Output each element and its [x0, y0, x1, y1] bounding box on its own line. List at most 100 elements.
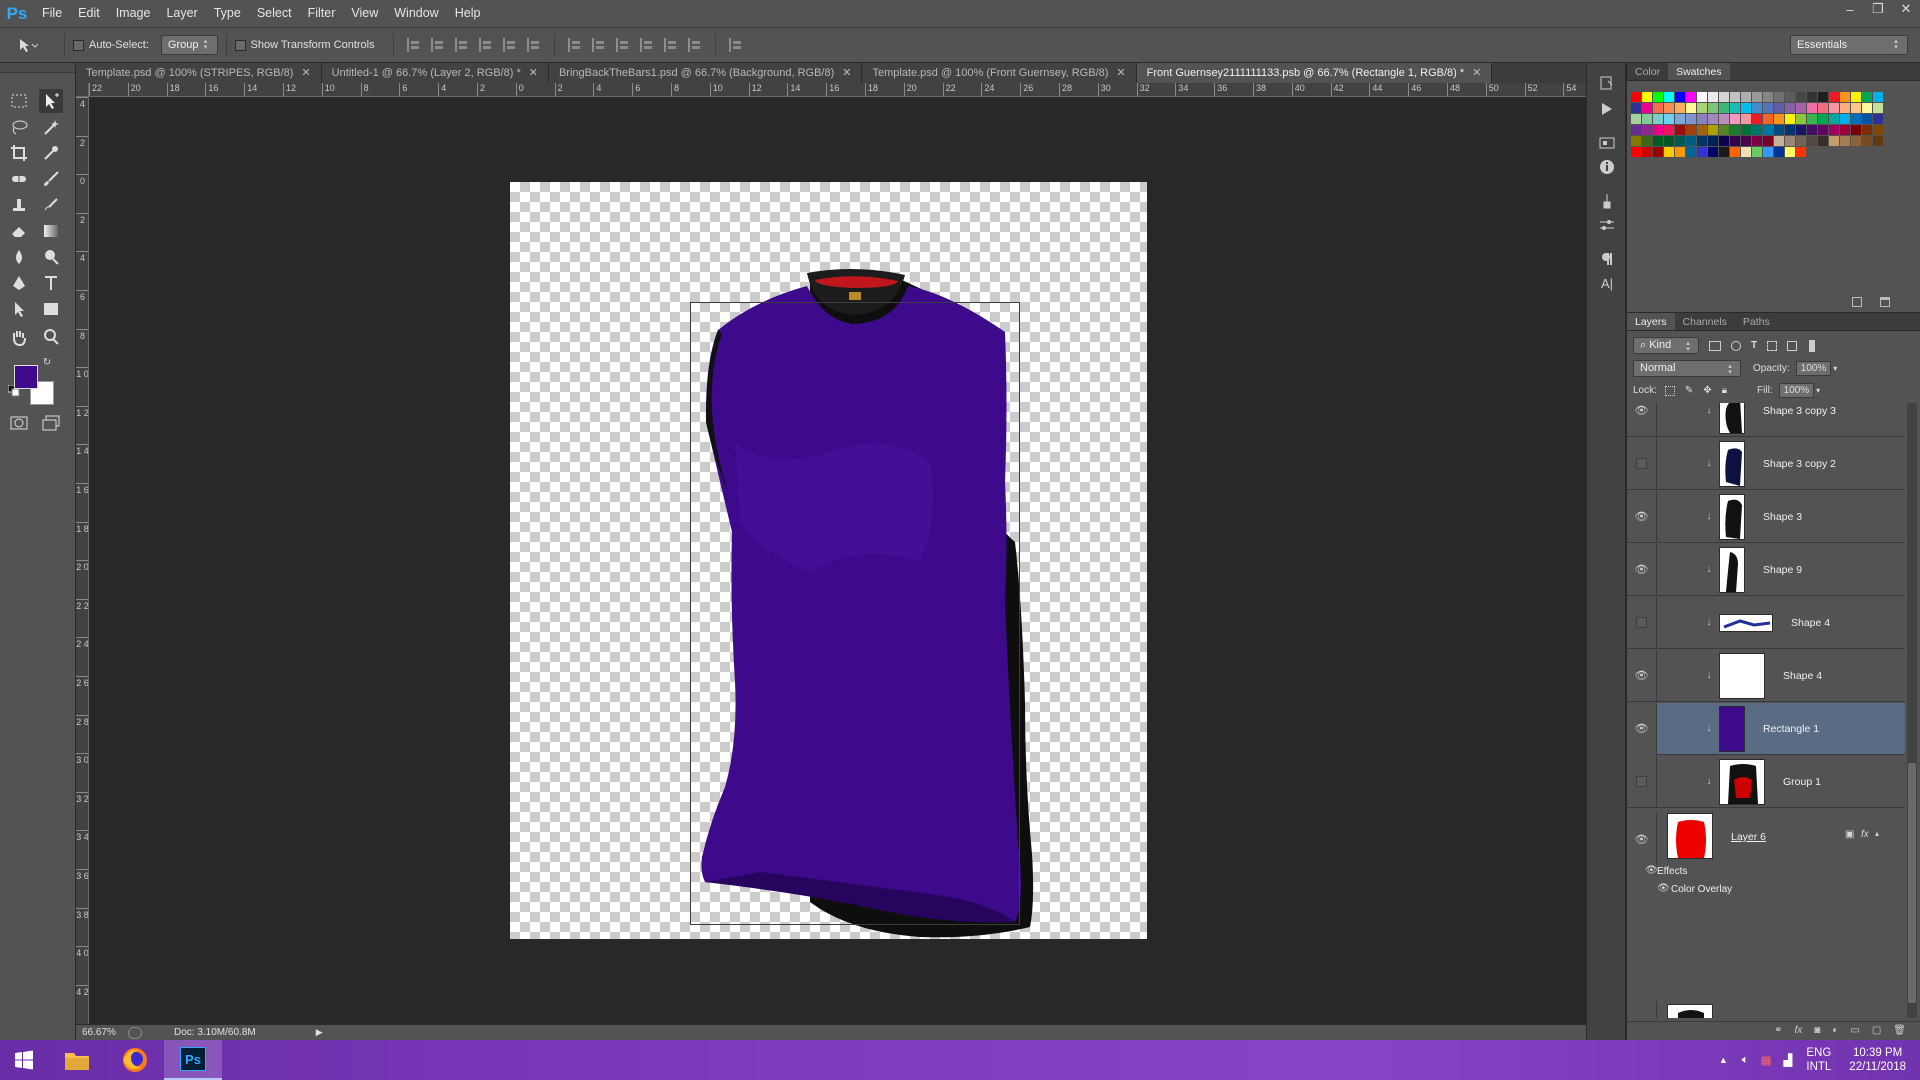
close-tab-icon[interactable]: ✕ — [1116, 63, 1125, 83]
color-swatch[interactable] — [1675, 114, 1685, 124]
smart-filter-icon[interactable]: ▣ — [1845, 829, 1854, 840]
layer-row[interactable]: 👁︎ ↓ Shape 4 — [1627, 649, 1905, 702]
color-swatch[interactable] — [1785, 136, 1795, 146]
tab-swatches[interactable]: Swatches — [1668, 63, 1730, 80]
show-transform-checkbox[interactable]: Show Transform Controls — [234, 39, 375, 51]
color-swatch[interactable] — [1796, 125, 1806, 135]
tools-panel-grip[interactable] — [0, 63, 75, 73]
distribute-bottom-icon[interactable] — [615, 38, 630, 52]
tab-layers[interactable]: Layers — [1627, 313, 1675, 330]
lock-all-icon[interactable]: 🔒︎ — [1722, 385, 1727, 396]
canvas-area[interactable] — [89, 97, 1586, 1024]
color-swatch[interactable] — [1840, 92, 1850, 102]
layer-row[interactable]: 👁︎ ↓ Shape 3 — [1627, 490, 1905, 543]
color-swatch[interactable] — [1664, 114, 1674, 124]
color-swatch[interactable] — [1774, 114, 1784, 124]
color-swatch[interactable] — [1807, 103, 1817, 113]
menu-image[interactable]: Image — [108, 0, 159, 27]
color-swatch[interactable] — [1730, 136, 1740, 146]
layers-scrollbar[interactable] — [1907, 403, 1917, 1018]
color-swatch[interactable] — [1708, 114, 1718, 124]
color-swatch[interactable] — [1642, 103, 1652, 113]
minimize-button[interactable]: – — [1836, 0, 1864, 18]
type-tool-icon[interactable] — [39, 271, 63, 295]
color-swatch[interactable] — [1631, 92, 1641, 102]
color-swatch[interactable] — [1763, 125, 1773, 135]
pen-tool-icon[interactable] — [7, 271, 31, 295]
layer-name[interactable]: Shape 9 — [1763, 564, 1802, 576]
color-swatch[interactable] — [1653, 103, 1663, 113]
layer-row[interactable]: ↓ Group 1 — [1627, 755, 1905, 808]
color-swatch[interactable] — [1653, 114, 1663, 124]
color-swatch[interactable] — [1840, 114, 1850, 124]
color-swatch[interactable] — [1719, 103, 1729, 113]
visibility-eye-icon[interactable]: 👁︎ — [1627, 490, 1657, 543]
color-swatch[interactable] — [1752, 114, 1762, 124]
color-swatch[interactable] — [1873, 103, 1883, 113]
color-swatch[interactable] — [1763, 136, 1773, 146]
color-swatch[interactable] — [1785, 92, 1795, 102]
color-swatch[interactable] — [1741, 147, 1751, 157]
color-swatch[interactable] — [1840, 136, 1850, 146]
color-swatch[interactable] — [1730, 114, 1740, 124]
layer-name[interactable]: Rectangle 1 — [1763, 723, 1819, 735]
color-swatch[interactable] — [1752, 136, 1762, 146]
color-swatch[interactable] — [1686, 103, 1696, 113]
fill-input[interactable]: 100% — [1778, 383, 1815, 398]
color-swatch[interactable] — [1741, 103, 1751, 113]
info-panel-icon[interactable] — [1595, 155, 1619, 179]
align-left-icon[interactable] — [478, 38, 493, 52]
menu-edit[interactable]: Edit — [70, 0, 108, 27]
color-swatch[interactable] — [1653, 92, 1663, 102]
brush-panel-icon[interactable] — [1595, 213, 1619, 237]
actions-panel-icon[interactable] — [1595, 97, 1619, 121]
transform-bounding-box[interactable] — [690, 302, 1020, 925]
hand-tool-icon[interactable] — [7, 325, 31, 349]
color-swatch[interactable] — [1653, 125, 1663, 135]
color-swatch[interactable] — [1818, 103, 1828, 113]
layer-row-selected[interactable]: 👁︎ ↓ Rectangle 1 — [1627, 702, 1905, 755]
input-language-indicator[interactable]: ENG INTL — [1806, 1046, 1831, 1074]
distribute-vcenter-icon[interactable] — [591, 38, 606, 52]
zoom-level[interactable]: 66.67% — [82, 1027, 118, 1038]
close-tab-icon[interactable]: ✕ — [1472, 63, 1481, 83]
color-swatch[interactable] — [1642, 136, 1652, 146]
color-swatch[interactable] — [1807, 114, 1817, 124]
effect-color-overlay[interactable]: Color Overlay — [1671, 884, 1732, 895]
color-swatch[interactable] — [1840, 103, 1850, 113]
color-swatch[interactable] — [1818, 114, 1828, 124]
color-swatch[interactable] — [1708, 136, 1718, 146]
color-swatch[interactable] — [1664, 125, 1674, 135]
checkbox-box[interactable] — [234, 39, 246, 51]
color-swatch[interactable] — [1708, 147, 1718, 157]
color-swatch[interactable] — [1653, 147, 1663, 157]
screen-mode-icon[interactable] — [39, 411, 63, 435]
status-info-icon[interactable] — [128, 1026, 142, 1039]
rectangle-tool-icon[interactable] — [39, 297, 63, 321]
filter-adjustment-icon[interactable] — [1731, 340, 1741, 351]
align-hcenter-icon[interactable] — [502, 38, 517, 52]
close-tab-icon[interactable]: ✕ — [301, 63, 310, 83]
color-swatch[interactable] — [1862, 103, 1872, 113]
path-selection-tool-icon[interactable] — [7, 297, 31, 321]
layer-effects-icon[interactable]: fx — [1861, 829, 1869, 840]
color-swatch[interactable] — [1840, 125, 1850, 135]
color-swatch[interactable] — [1664, 147, 1674, 157]
link-layers-icon[interactable]: ⚭ — [1774, 1025, 1782, 1036]
color-swatch[interactable] — [1642, 125, 1652, 135]
expand-effects-icon[interactable]: ▴ — [1875, 829, 1879, 838]
align-top-icon[interactable] — [406, 38, 421, 52]
color-swatch[interactable] — [1807, 92, 1817, 102]
color-swatch[interactable] — [1862, 92, 1872, 102]
color-swatch[interactable] — [1675, 147, 1685, 157]
filter-toggle-icon[interactable] — [1809, 339, 1816, 352]
color-swatch[interactable] — [1873, 92, 1883, 102]
visibility-toggle-empty[interactable] — [1627, 1000, 1657, 1018]
magic-wand-tool-icon[interactable] — [39, 115, 63, 139]
filter-kind-dropdown[interactable]: ⌕ Kind — [1633, 337, 1699, 354]
color-swatch[interactable] — [1818, 136, 1828, 146]
color-swatch[interactable] — [1664, 92, 1674, 102]
layer-row[interactable]: 👁︎ ↓ Shape 9 — [1627, 543, 1905, 596]
delete-layer-icon[interactable]: 🗑︎ — [1893, 1025, 1906, 1036]
lock-position-icon[interactable]: ✥ — [1703, 385, 1711, 396]
